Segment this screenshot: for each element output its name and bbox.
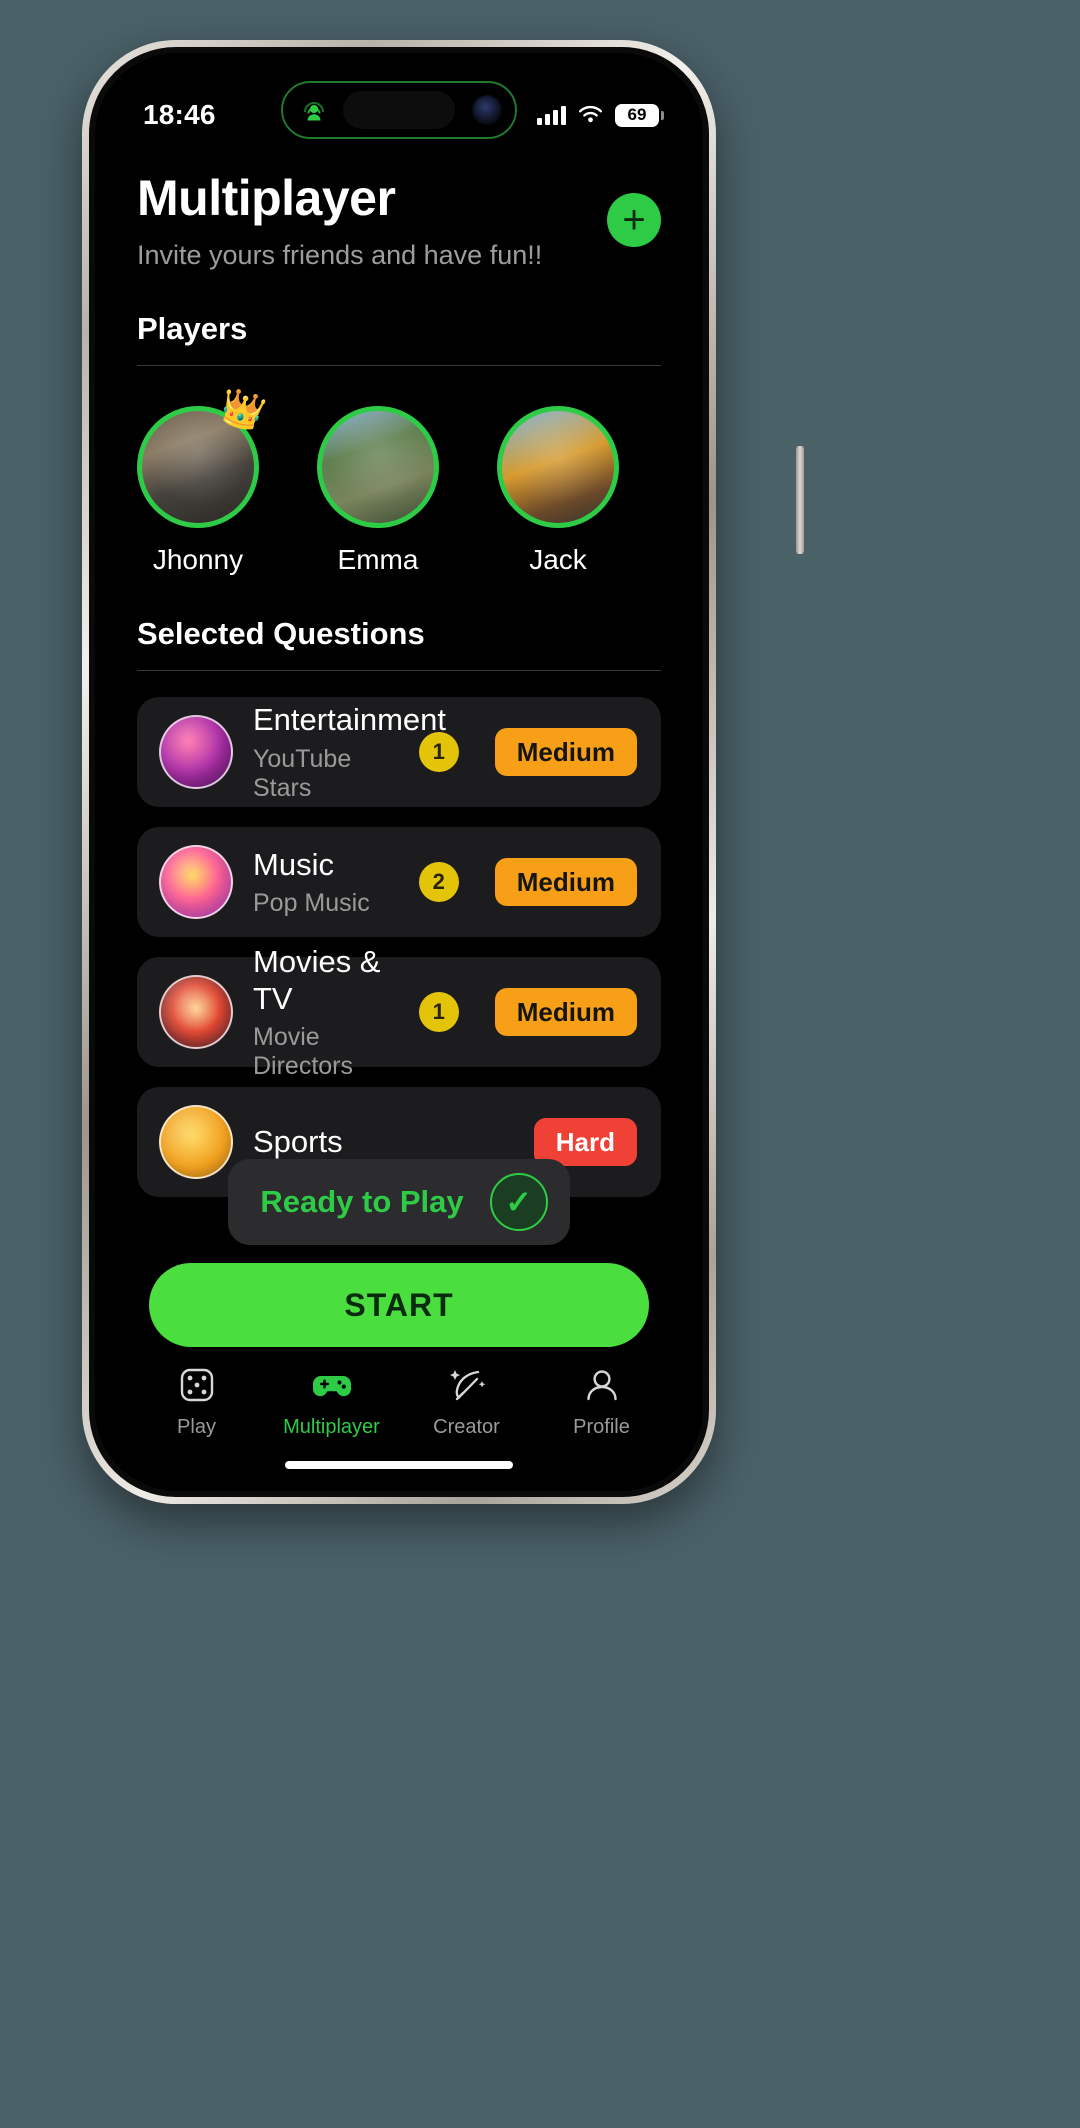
player-card[interactable]: Emma (317, 406, 439, 576)
avatar[interactable] (317, 406, 439, 528)
tab-label: Profile (573, 1416, 630, 1438)
screenshot-root: 18:46 69 Multiplayer Invite yours friend… (0, 0, 1080, 2128)
check-circle-icon: ✓ (489, 1173, 548, 1231)
page-title: Multiplayer (137, 170, 396, 226)
question-count-badge: 1 (418, 732, 459, 772)
wifi-icon (579, 105, 602, 123)
home-indicator[interactable] (285, 1461, 513, 1469)
question-card[interactable]: Music Pop Music 2 Medium (137, 827, 661, 937)
question-category: Entertainment (253, 702, 446, 738)
status-bar-indicators: 69 (537, 103, 664, 127)
quill-icon (449, 1370, 485, 1401)
page-subtitle: Invite yours friends and have fun!! (137, 240, 543, 270)
status-bar: 18:46 69 (95, 53, 703, 153)
avatar[interactable] (497, 406, 619, 528)
questions-section-header: Selected Questions (95, 616, 703, 671)
avatar-image (322, 411, 434, 523)
avatar-image (502, 411, 614, 523)
person-icon (586, 1370, 617, 1401)
phone-bezel: 18:46 69 Multiplayer Invite yours friend… (89, 47, 709, 1497)
start-button[interactable]: START (149, 1263, 649, 1347)
question-card[interactable]: Entertainment YouTube Stars 1 Medium (137, 697, 661, 807)
tab-label: Play (177, 1416, 216, 1438)
question-category: Movies & TV (253, 943, 381, 1016)
question-category: Music (253, 846, 334, 882)
question-card-text: Entertainment YouTube Stars (253, 701, 446, 802)
power-button[interactable] (796, 446, 804, 554)
cellular-bars-icon (537, 105, 566, 125)
players-section-title: Players (137, 311, 248, 346)
question-card-text: Sports (253, 1123, 498, 1160)
player-name: Jack (529, 544, 587, 575)
player-card[interactable]: Jack (497, 406, 619, 576)
question-category: Sports (253, 1124, 343, 1160)
category-icon (159, 845, 233, 919)
player-name: Emma (337, 544, 419, 575)
player-name: Jhonny (152, 544, 244, 575)
player-card[interactable]: 👑 Jhonny (137, 384, 270, 576)
difficulty-badge[interactable]: Medium (494, 728, 637, 776)
questions-divider (137, 670, 661, 671)
ready-to-play-container: Ready to Play ✓ (95, 1159, 703, 1245)
battery-icon: 69 (615, 103, 664, 127)
players-divider (137, 365, 661, 366)
question-topic: Pop Music (253, 889, 370, 918)
question-topic: Movie Directors (253, 1023, 354, 1081)
phone-screen: 18:46 69 Multiplayer Invite yours friend… (95, 53, 703, 1491)
questions-list: Entertainment YouTube Stars 1 Medium Mus… (95, 697, 703, 1197)
tab-bar: Play Multiplayer Creator Profile (95, 1349, 703, 1491)
add-player-button[interactable]: + (607, 193, 661, 247)
questions-section-title: Selected Questions (137, 616, 425, 651)
tab-label: Multiplayer (283, 1416, 380, 1438)
question-count-badge: 1 (418, 992, 459, 1032)
tab-label: Creator (433, 1416, 500, 1438)
dice-icon (180, 1368, 213, 1402)
start-button-container: START (95, 1263, 703, 1347)
difficulty-badge[interactable]: Medium (494, 988, 637, 1036)
ready-to-play-label: Ready to Play (260, 1184, 464, 1219)
question-card[interactable]: Movies & TV Movie Directors 1 Medium (137, 944, 661, 1080)
question-card-text: Music Pop Music (253, 846, 399, 918)
avatar[interactable]: 👑 (137, 384, 270, 528)
difficulty-badge[interactable]: Medium (494, 858, 637, 906)
question-topic: YouTube Stars (253, 744, 352, 802)
tab-play[interactable]: Play (129, 1363, 264, 1439)
ready-to-play-banner: Ready to Play ✓ (228, 1159, 570, 1245)
category-icon (159, 975, 233, 1049)
page-header: Multiplayer Invite yours friends and hav… (95, 157, 703, 271)
tab-profile[interactable]: Profile (534, 1363, 669, 1439)
header-text-block: Multiplayer Invite yours friends and hav… (137, 171, 542, 271)
tab-multiplayer[interactable]: Multiplayer (264, 1363, 399, 1439)
category-icon (159, 715, 233, 789)
question-count-badge: 2 (418, 862, 459, 902)
players-list: 👑 Jhonny Emma Jack (95, 384, 703, 576)
gamepad-icon (312, 1376, 351, 1397)
phone-frame: 18:46 69 Multiplayer Invite yours friend… (82, 40, 804, 1504)
tab-creator[interactable]: Creator (399, 1363, 534, 1439)
players-section-header: Players (95, 311, 703, 366)
status-bar-time: 18:46 (143, 99, 216, 130)
battery-percent-label: 69 (627, 105, 647, 124)
question-card-text: Movies & TV Movie Directors (253, 943, 399, 1081)
app-content: Multiplayer Invite yours friends and hav… (95, 53, 703, 1491)
